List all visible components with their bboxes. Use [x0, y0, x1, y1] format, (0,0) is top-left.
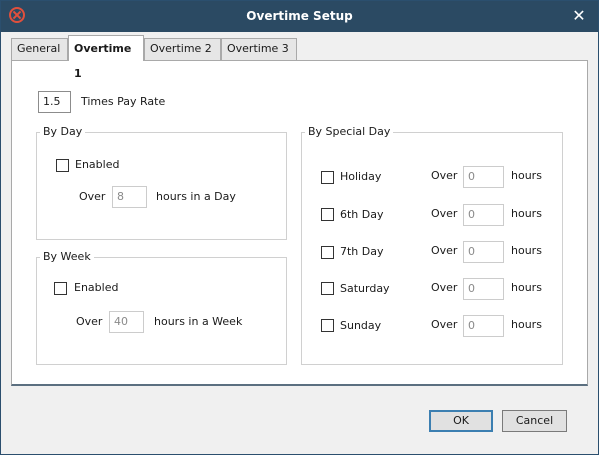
sunday-hours-label: hours	[511, 318, 542, 331]
by-week-hours-input[interactable]: 40	[109, 311, 144, 333]
tab-overtime-2[interactable]: Overtime 2	[144, 38, 221, 60]
by-day-group: By Day Enabled Over 8 hours in a Day	[36, 125, 287, 240]
by-day-over-label: Over	[79, 190, 106, 203]
sunday-checkbox[interactable]	[321, 319, 334, 332]
saturday-over-label: Over	[431, 281, 458, 294]
by-day-hours-input[interactable]: 8	[112, 186, 147, 208]
7th-day-hours-input[interactable]: 0	[463, 241, 504, 263]
by-day-suffix-label: hours in a Day	[156, 190, 236, 203]
by-day-title: By Day	[40, 125, 86, 138]
by-week-enabled-label: Enabled	[74, 281, 119, 294]
by-week-over-label: Over	[76, 315, 103, 328]
by-week-title: By Week	[40, 250, 94, 263]
overtime-setup-dialog: Overtime Setup ✕ General Overtime 1 Over…	[0, 0, 599, 455]
by-week-enabled-checkbox[interactable]	[54, 282, 67, 295]
window-title: Overtime Setup	[246, 9, 353, 23]
holiday-hours-input[interactable]: 0	[463, 166, 504, 188]
7th-day-hours-label: hours	[511, 244, 542, 257]
ok-button[interactable]: OK	[429, 410, 493, 432]
6th-day-hours-input[interactable]: 0	[463, 204, 504, 226]
cancel-button[interactable]: Cancel	[502, 410, 567, 432]
6th-day-hours-label: hours	[511, 207, 542, 220]
saturday-label: Saturday	[340, 282, 390, 295]
6th-day-over-label: Over	[431, 207, 458, 220]
by-day-enabled-checkbox[interactable]	[56, 159, 69, 172]
tab-overtime-1[interactable]: Overtime 1	[68, 35, 144, 80]
holiday-checkbox[interactable]	[321, 171, 334, 184]
7th-day-checkbox[interactable]	[321, 246, 334, 259]
close-button[interactable]: ✕	[570, 7, 588, 25]
6th-day-label: 6th Day	[340, 208, 384, 221]
sunday-over-label: Over	[431, 318, 458, 331]
by-special-day-title: By Special Day	[305, 125, 394, 138]
7th-day-label: 7th Day	[340, 245, 384, 258]
6th-day-checkbox[interactable]	[321, 208, 334, 221]
tab-general[interactable]: General	[11, 38, 68, 60]
pay-rate-input[interactable]: 1.5	[38, 91, 71, 113]
title-bar[interactable]: Overtime Setup ✕	[1, 1, 598, 32]
holiday-hours-label: hours	[511, 169, 542, 182]
by-day-enabled-label: Enabled	[75, 158, 120, 171]
sunday-label: Sunday	[340, 319, 382, 332]
pay-rate-label: Times Pay Rate	[81, 95, 166, 108]
by-week-group: By Week Enabled Over 40 hours in a Week	[36, 250, 287, 365]
by-week-suffix-label: hours in a Week	[154, 315, 243, 328]
sunday-hours-input[interactable]: 0	[463, 315, 504, 337]
saturday-checkbox[interactable]	[321, 282, 334, 295]
saturday-hours-input[interactable]: 0	[463, 278, 504, 300]
holiday-label: Holiday	[340, 170, 382, 183]
by-special-day-group: By Special Day Holiday Over 0 hours 6th …	[301, 125, 563, 365]
tab-panel-overtime-1: 1.5 Times Pay Rate By Day Enabled Over 8…	[11, 60, 588, 386]
tab-overtime-3[interactable]: Overtime 3	[221, 38, 297, 60]
holiday-over-label: Over	[431, 169, 458, 182]
7th-day-over-label: Over	[431, 244, 458, 257]
saturday-hours-label: hours	[511, 281, 542, 294]
